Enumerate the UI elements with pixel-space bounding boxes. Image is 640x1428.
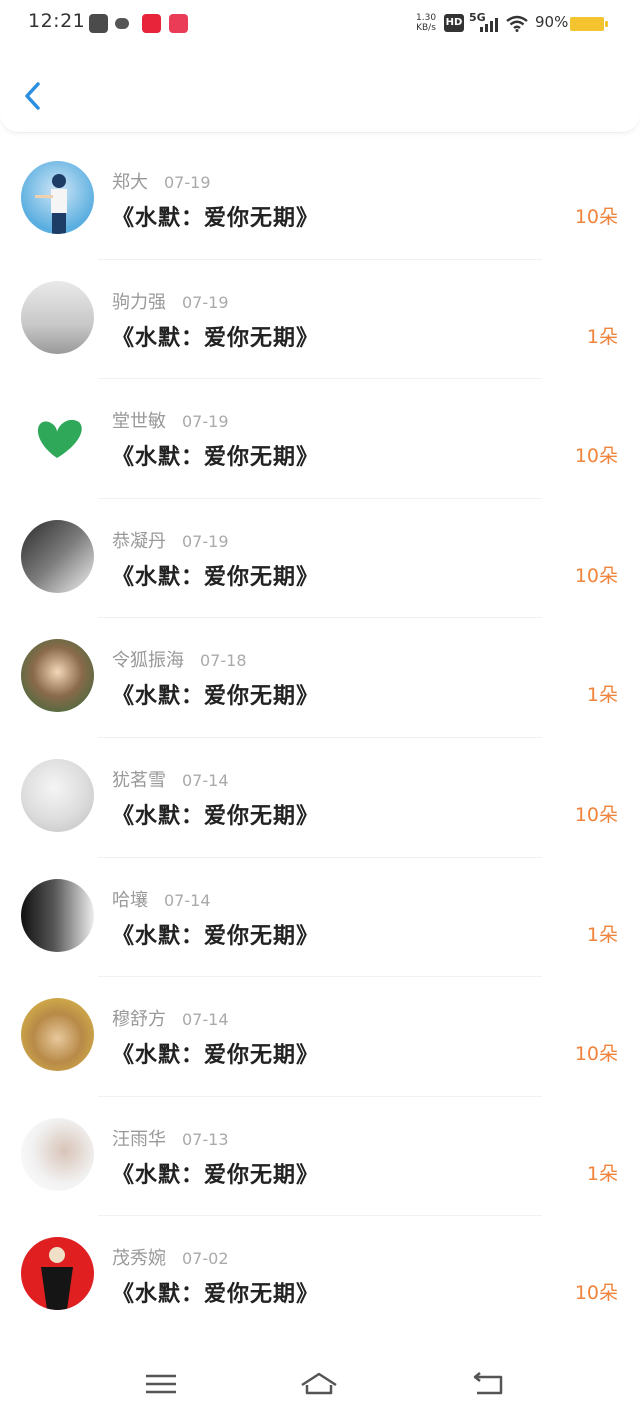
flower-count: 10朵 [574,206,618,228]
send-date: 07-13 [182,1129,229,1149]
avatar[interactable] [21,998,94,1072]
list-item[interactable]: 恭凝丹 07-19 《水默：爱你无期》 10朵 [0,499,640,619]
book-title: 《水默：爱你无期》 [112,564,320,590]
sender-name: 恭凝丹 07-19 [112,530,229,552]
flower-count: 1朵 [586,684,618,707]
network-speed: 1.30 KB/s [416,13,436,33]
avatar[interactable] [21,400,94,474]
book-title: 《水默：爱你无期》 [112,325,320,351]
flower-count: 10朵 [574,1282,618,1305]
list-item[interactable]: 穆舒方 07-14 《水默：爱你无期》 10朵 [0,977,640,1097]
list-item[interactable]: 哈壤 07-14 《水默：爱你无期》 1朵 [0,858,640,978]
app-notification-icon-2 [169,14,188,33]
send-date: 07-18 [200,651,247,671]
list-item[interactable]: 郑大 07-19 《水默：爱你无期》 10朵 [0,140,640,260]
flower-count: 10朵 [574,564,618,587]
list-item[interactable]: 堂世敏 07-19 《水默：爱你无期》 10朵 [0,379,640,499]
battery-icon [570,17,608,31]
list-item[interactable]: 令狐振海 07-18 《水默：爱你无期》 1朵 [0,618,640,738]
wifi-icon [506,15,528,32]
flower-count: 10朵 [574,445,618,468]
list-item[interactable]: 犹茗雪 07-14 《水默：爱你无期》 10朵 [0,738,640,858]
avatar[interactable] [21,519,94,593]
sender-name: 汪雨华 07-13 [112,1128,229,1150]
list-item[interactable]: 茂秀婉 07-02 《水默：爱你无期》 10朵 [0,1216,640,1336]
status-time: 12:21 [28,10,86,32]
home-icon[interactable] [299,1368,339,1400]
signal-icon [476,14,498,32]
send-date: 07-02 [182,1249,229,1269]
sender-name: 驹力强 07-19 [112,291,229,313]
message-notification-icon [89,14,108,33]
sender-name: 穆舒方 07-14 [112,1009,229,1031]
avatar[interactable] [21,1117,94,1191]
avatar[interactable] [21,161,94,234]
send-date: 07-19 [182,531,229,551]
flower-count: 10朵 [574,803,618,826]
flower-count: 1朵 [586,325,618,348]
sender-name: 犹茗雪 07-14 [112,769,229,791]
wechat-notification-icon [115,14,134,33]
avatar[interactable] [21,1237,94,1311]
gift-list: 郑大 07-19 《水默：爱你无期》 10朵 驹力强 07-19 《水默：爱你无期》… [0,140,640,1336]
system-nav-bar [0,1340,640,1428]
list-item[interactable]: 驹力强 07-19 《水默：爱你无期》 1朵 [0,260,640,380]
send-date: 07-14 [182,770,229,790]
avatar[interactable] [21,280,94,354]
book-title: 《水默：爱你无期》 [112,1282,320,1308]
hd-badge: HD [444,14,464,32]
back-icon[interactable] [468,1368,508,1400]
flower-count: 10朵 [574,1043,618,1066]
book-title: 《水默：爱你无期》 [112,445,320,471]
avatar[interactable] [21,639,94,713]
flower-count: 1朵 [586,923,618,946]
book-title: 《水默：爱你无期》 [112,803,320,829]
book-title: 《水默：爱你无期》 [112,684,320,710]
avatar[interactable] [21,758,94,832]
sender-name: 郑大 07-19 [112,172,211,193]
network-speed-value: 1.30 [416,13,437,23]
battery-percent: 90% [535,13,569,31]
send-date: 07-14 [182,1010,229,1030]
send-date: 07-19 [182,292,229,312]
status-bar: 12:21 1.30 KB/s HD 5G 90% [0,0,640,48]
send-date: 07-14 [164,890,211,910]
book-title: 《水默：爱你无期》 [112,923,320,949]
flower-count: 1朵 [586,1162,618,1185]
sender-name: 堂世敏 07-19 [112,411,229,433]
send-date: 07-19 [182,412,229,432]
chevron-left-icon[interactable] [18,76,48,116]
list-item[interactable]: 汪雨华 07-13 《水默：爱你无期》 1朵 [0,1097,640,1217]
sender-name: 哈壤 07-14 [112,889,211,911]
book-title: 《水默：爱你无期》 [112,1043,320,1069]
network-speed-unit: KB/s [416,23,436,33]
header [0,48,640,133]
menu-icon[interactable] [141,1368,181,1400]
avatar[interactable] [21,878,94,952]
book-title: 《水默：爱你无期》 [112,206,320,231]
sender-name: 茂秀婉 07-02 [112,1248,229,1270]
app-notification-icon [142,14,161,33]
send-date: 07-19 [164,173,211,192]
book-title: 《水默：爱你无期》 [112,1162,320,1188]
sender-name: 令狐振海 07-18 [112,650,247,672]
